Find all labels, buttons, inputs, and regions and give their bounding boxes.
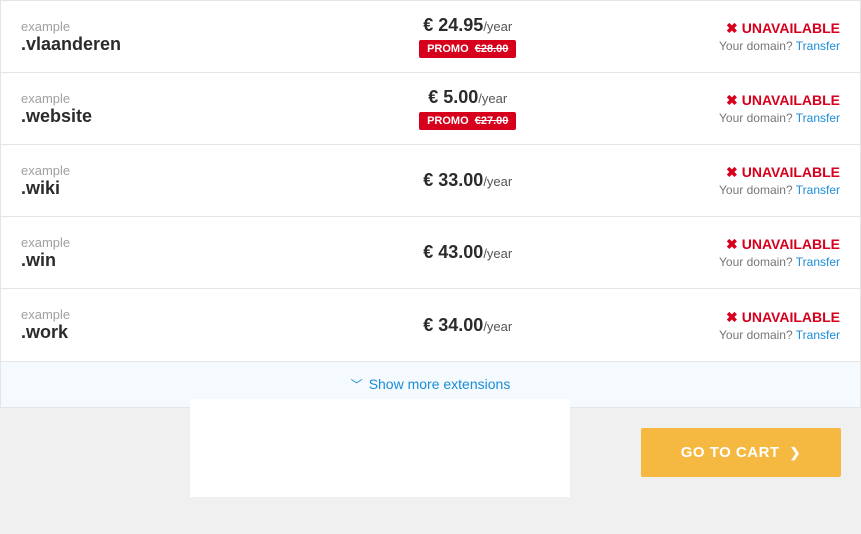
table-row: example .website € 5.00/year PROMO €27.0… bbox=[1, 73, 860, 145]
table-row: example .vlaanderen € 24.95/year PROMO €… bbox=[1, 1, 860, 73]
price-cell: € 24.95/year PROMO €28.00 bbox=[344, 15, 592, 58]
price-period: /year bbox=[483, 246, 512, 261]
status-cell: ✖UNAVAILABLE Your domain? Transfer bbox=[592, 236, 840, 269]
your-domain-text: Your domain? bbox=[719, 328, 793, 342]
price-amount: € 5.00 bbox=[428, 87, 478, 107]
x-icon: ✖ bbox=[726, 164, 738, 180]
your-domain-text: Your domain? bbox=[719, 255, 793, 269]
unavailable-text: UNAVAILABLE bbox=[742, 92, 840, 108]
unavailable-text: UNAVAILABLE bbox=[742, 236, 840, 252]
transfer-prompt: Your domain? Transfer bbox=[592, 328, 840, 342]
status-unavailable: ✖UNAVAILABLE bbox=[592, 20, 840, 37]
promo-label: PROMO bbox=[427, 43, 469, 55]
promo-label: PROMO bbox=[427, 115, 469, 127]
your-domain-text: Your domain? bbox=[719, 39, 793, 53]
table-row: example .win € 43.00/year ✖UNAVAILABLE Y… bbox=[1, 217, 860, 289]
domain-tld: .win bbox=[21, 250, 56, 270]
domain-cell: example .website bbox=[21, 91, 344, 127]
example-label: example bbox=[21, 163, 344, 178]
price: € 34.00/year bbox=[344, 315, 592, 336]
table-row: example .wiki € 33.00/year ✖UNAVAILABLE … bbox=[1, 145, 860, 217]
price-amount: € 33.00 bbox=[423, 170, 483, 190]
domain-results-table: example .vlaanderen € 24.95/year PROMO €… bbox=[0, 0, 861, 408]
promo-badge: PROMO €28.00 bbox=[419, 40, 516, 58]
price-cell: € 5.00/year PROMO €27.00 bbox=[344, 87, 592, 130]
price-period: /year bbox=[483, 19, 512, 34]
transfer-link[interactable]: Transfer bbox=[796, 183, 840, 197]
unavailable-text: UNAVAILABLE bbox=[742, 20, 840, 36]
domain-tld: .website bbox=[21, 106, 92, 126]
promo-old-price: €28.00 bbox=[475, 43, 509, 55]
status-cell: ✖UNAVAILABLE Your domain? Transfer bbox=[592, 164, 840, 197]
price-cell: € 33.00/year bbox=[344, 170, 592, 191]
promo-old-price: €27.00 bbox=[475, 115, 509, 127]
domain-cell: example .vlaanderen bbox=[21, 19, 344, 55]
transfer-link[interactable]: Transfer bbox=[796, 328, 840, 342]
price: € 33.00/year bbox=[344, 170, 592, 191]
example-label: example bbox=[21, 235, 344, 250]
status-unavailable: ✖UNAVAILABLE bbox=[592, 92, 840, 109]
transfer-link[interactable]: Transfer bbox=[796, 255, 840, 269]
status-cell: ✖UNAVAILABLE Your domain? Transfer bbox=[592, 309, 840, 342]
domain-cell: example .wiki bbox=[21, 163, 344, 199]
cart-button-label: GO TO CART bbox=[681, 444, 780, 461]
price-amount: € 43.00 bbox=[423, 242, 483, 262]
x-icon: ✖ bbox=[726, 20, 738, 36]
domain-tld: .wiki bbox=[21, 178, 60, 198]
price-amount: € 24.95 bbox=[423, 15, 483, 35]
unavailable-text: UNAVAILABLE bbox=[742, 309, 840, 325]
transfer-link[interactable]: Transfer bbox=[796, 39, 840, 53]
price-period: /year bbox=[483, 174, 512, 189]
status-unavailable: ✖UNAVAILABLE bbox=[592, 309, 840, 326]
your-domain-text: Your domain? bbox=[719, 111, 793, 125]
price-period: /year bbox=[478, 91, 507, 106]
cart-panel bbox=[190, 399, 570, 497]
chevron-right-icon: ❯ bbox=[790, 445, 801, 461]
unavailable-text: UNAVAILABLE bbox=[742, 164, 840, 180]
price-cell: € 43.00/year bbox=[344, 242, 592, 263]
chevron-down-icon: ﹀ bbox=[351, 378, 363, 392]
price: € 43.00/year bbox=[344, 242, 592, 263]
transfer-link[interactable]: Transfer bbox=[796, 111, 840, 125]
domain-cell: example .win bbox=[21, 235, 344, 271]
price-period: /year bbox=[483, 319, 512, 334]
promo-badge: PROMO €27.00 bbox=[419, 112, 516, 130]
price-amount: € 34.00 bbox=[423, 315, 483, 335]
status-cell: ✖UNAVAILABLE Your domain? Transfer bbox=[592, 92, 840, 125]
table-row: example .work € 34.00/year ✖UNAVAILABLE … bbox=[1, 289, 860, 361]
footer-bar: GO TO CART ❯ bbox=[0, 408, 861, 497]
domain-cell: example .work bbox=[21, 307, 344, 343]
x-icon: ✖ bbox=[726, 309, 738, 325]
example-label: example bbox=[21, 91, 344, 106]
transfer-prompt: Your domain? Transfer bbox=[592, 183, 840, 197]
status-unavailable: ✖UNAVAILABLE bbox=[592, 236, 840, 253]
example-label: example bbox=[21, 307, 344, 322]
domain-tld: .work bbox=[21, 322, 68, 342]
go-to-cart-button[interactable]: GO TO CART ❯ bbox=[641, 428, 841, 477]
x-icon: ✖ bbox=[726, 92, 738, 108]
price-cell: € 34.00/year bbox=[344, 315, 592, 336]
x-icon: ✖ bbox=[726, 236, 738, 252]
price: € 5.00/year bbox=[344, 87, 592, 108]
status-unavailable: ✖UNAVAILABLE bbox=[592, 164, 840, 181]
example-label: example bbox=[21, 19, 344, 34]
price: € 24.95/year bbox=[344, 15, 592, 36]
domain-tld: .vlaanderen bbox=[21, 34, 121, 54]
transfer-prompt: Your domain? Transfer bbox=[592, 255, 840, 269]
status-cell: ✖UNAVAILABLE Your domain? Transfer bbox=[592, 20, 840, 53]
show-more-label: Show more extensions bbox=[369, 376, 511, 392]
transfer-prompt: Your domain? Transfer bbox=[592, 39, 840, 53]
your-domain-text: Your domain? bbox=[719, 183, 793, 197]
transfer-prompt: Your domain? Transfer bbox=[592, 111, 840, 125]
